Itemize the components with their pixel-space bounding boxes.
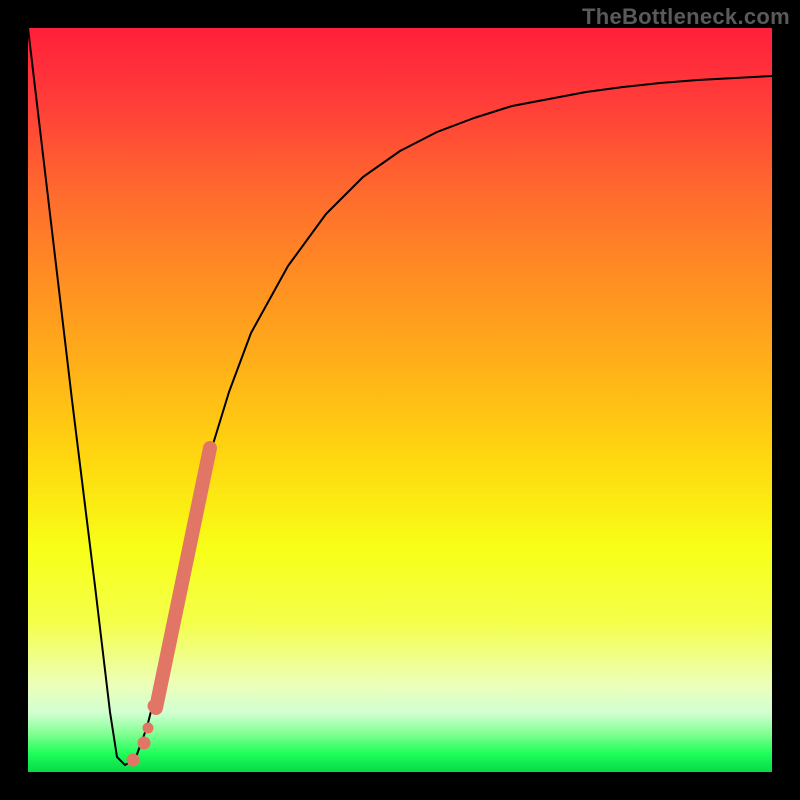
watermark-text: TheBottleneck.com [582,4,790,30]
chart-frame: TheBottleneck.com [0,0,800,800]
highlight-segment [156,448,210,708]
marker-dot [143,723,153,733]
bottleneck-curve [28,28,772,765]
plot-area [28,28,772,772]
highlight-markers [127,448,210,766]
marker-dot [138,737,150,749]
marker-dot [148,700,160,712]
chart-svg [28,28,772,772]
marker-dot [127,754,139,766]
